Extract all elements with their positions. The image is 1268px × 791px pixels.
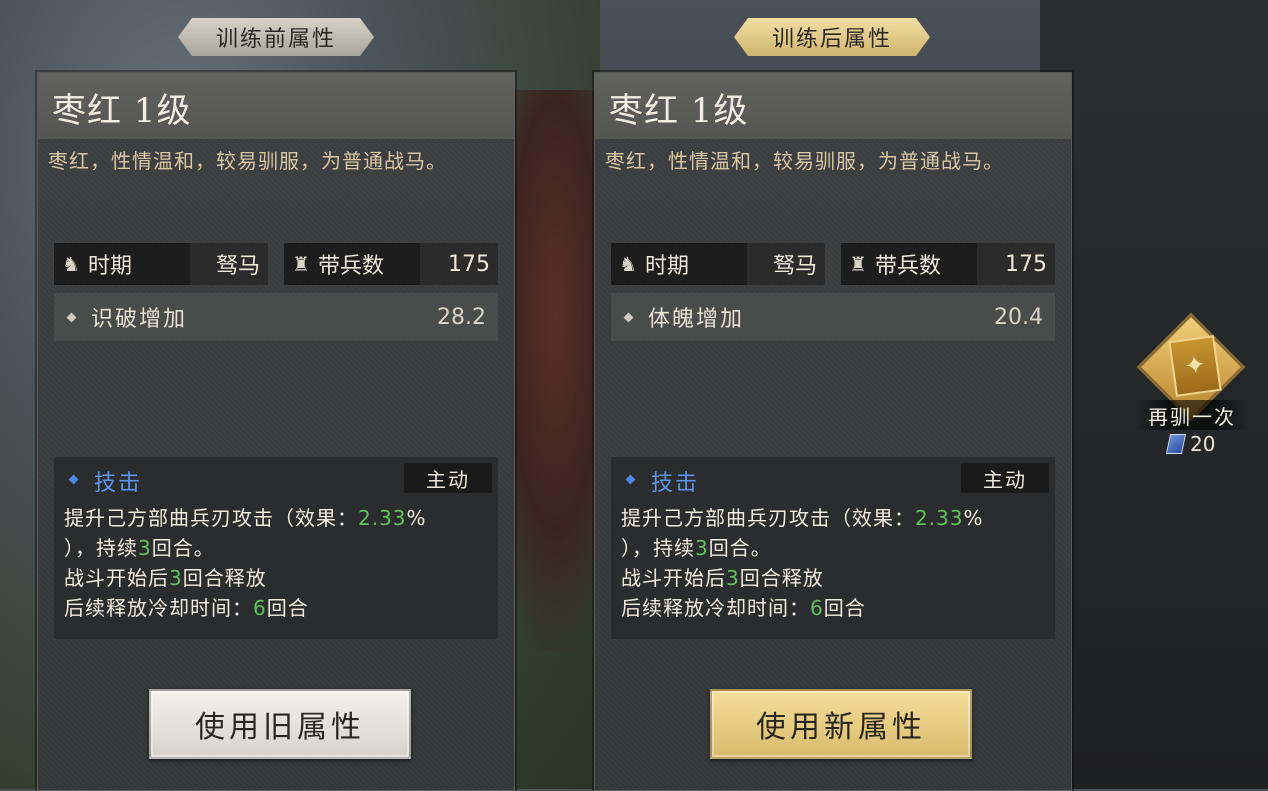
tab-before-training: 训练前属性 [178,18,374,56]
stat-period: ♞ 时期 驽马 [611,243,825,285]
diamond-bullet-icon [625,474,636,485]
stat-troops-label: 带兵数 [318,254,385,279]
stat-period-label: 时期 [88,254,133,279]
skill-text: 提升己方部曲兵刃攻击（效果： [621,506,915,530]
skill-type-badge: 主动 [961,463,1049,493]
stat-troops-value: 175 [448,251,490,277]
diamond-bullet-icon [68,474,79,485]
skill-highlight-value: 2.33 [915,506,964,530]
skill-line: 战斗开始后3回合释放 [64,563,492,593]
attribute-row: 识破增加 28.2 [54,293,498,341]
diamond-bullet-icon [623,312,634,322]
skill-line: 提升己方部曲兵刃攻击（效果：2.33% [621,503,1049,533]
skill-highlight-value: 3 [169,566,183,590]
retame-cost-value: 20 [1190,432,1216,456]
panel-after-training: 枣红 1级 枣红，性情温和，较易驯服，为普通战马。 ♞ 时期 驽马 ♜ 带兵数 … [594,72,1072,791]
skill-line: 后续释放冷却时间：6回合 [621,593,1049,623]
use-old-attributes-button[interactable]: 使用旧属性 [149,689,411,759]
troops-icon: ♜ [292,252,310,276]
skill-name: 技击 [651,471,700,496]
retame-cost: 20 [1165,432,1216,456]
stat-troops: ♜ 带兵数 175 [284,243,498,285]
attribute-value: 28.2 [437,304,486,330]
skill-text: ），持续 [621,536,695,560]
stat-troops: ♜ 带兵数 175 [841,243,1055,285]
skill-line: 提升己方部曲兵刃攻击（效果：2.33% [64,503,492,533]
stat-troops-value: 175 [1005,251,1047,277]
skill-text: % [406,506,427,530]
skill-highlight-value: 3 [726,566,740,590]
stat-period-value: 驽马 [215,254,260,279]
skill-box: 技击 主动 提升己方部曲兵刃攻击（效果：2.33% ），持续3回合。 战斗开始后… [611,457,1055,639]
skill-highlight-value: 6 [253,596,267,620]
stat-troops-key: ♜ 带兵数 [284,243,420,285]
attribute-value: 20.4 [994,304,1043,330]
skill-text: 提升己方部曲兵刃攻击（效果： [64,506,358,530]
tab-after-training: 训练后属性 [734,18,930,56]
skill-text: 后续释放冷却时间： [621,596,810,620]
horse-description: 枣红，性情温和，较易驯服，为普通战马。 [48,149,447,173]
skill-box: 技击 主动 提升己方部曲兵刃攻击（效果：2.33% ），持续3回合。 战斗开始后… [54,457,498,639]
skill-description: 提升己方部曲兵刃攻击（效果：2.33% ），持续3回合。 战斗开始后3回合释放 … [621,503,1049,623]
troops-icon: ♜ [849,252,867,276]
skill-text: ），持续 [64,536,138,560]
stat-period-key: ♞ 时期 [611,243,747,285]
skill-text: 回合释放 [182,566,267,590]
stat-troops-key: ♜ 带兵数 [841,243,977,285]
skill-highlight-value: 2.33 [358,506,407,530]
attribute-name: 识破增加 [91,307,188,332]
skill-text: 回合释放 [739,566,824,590]
stat-period-label: 时期 [645,254,690,279]
book-icon [1165,434,1187,454]
skill-line: ），持续3回合。 [621,533,1049,563]
horse-icon: ♞ [62,252,80,276]
stat-troops-label: 带兵数 [875,254,942,279]
skill-text: 战斗开始后 [64,566,169,590]
diamond-bullet-icon [66,312,77,322]
retame-button[interactable]: ✦ 再驯一次 20 [1134,317,1250,462]
skill-name: 技击 [94,471,143,496]
skill-highlight-value: 3 [695,536,709,560]
skill-text: 回合 [266,596,309,620]
retame-label: 再驯一次 [1134,400,1250,430]
skill-text: 回合。 [151,536,215,560]
horse-name: 枣红 1级 [52,91,192,131]
skill-line: 战斗开始后3回合释放 [621,563,1049,593]
skill-text: 后续释放冷却时间： [64,596,253,620]
skill-description: 提升己方部曲兵刃攻击（效果：2.33% ），持续3回合。 战斗开始后3回合释放 … [64,503,492,623]
skill-text: % [963,506,984,530]
dragon-icon: ✦ [1168,335,1222,397]
panel-before-training: 枣红 1级 枣红，性情温和，较易驯服，为普通战马。 ♞ 时期 驽马 ♜ 带兵数 … [37,72,515,791]
skill-text: 战斗开始后 [621,566,726,590]
stat-period-value: 驽马 [772,254,817,279]
skill-line: ），持续3回合。 [64,533,492,563]
attribute-name: 体魄增加 [648,307,745,332]
panel-header: 枣红 1级 [595,73,1071,139]
stat-period: ♞ 时期 驽马 [54,243,268,285]
use-new-attributes-button[interactable]: 使用新属性 [710,689,972,759]
skill-text: 回合。 [708,536,772,560]
skill-highlight-value: 6 [810,596,824,620]
panel-header: 枣红 1级 [38,73,514,139]
horse-icon: ♞ [619,252,637,276]
attribute-row: 体魄增加 20.4 [611,293,1055,341]
skill-highlight-value: 3 [138,536,152,560]
horse-name: 枣红 1级 [609,91,749,131]
stat-period-key: ♞ 时期 [54,243,190,285]
horse-description: 枣红，性情温和，较易驯服，为普通战马。 [605,149,1004,173]
skill-type-badge: 主动 [404,463,492,493]
skill-line: 后续释放冷却时间：6回合 [64,593,492,623]
skill-text: 回合 [823,596,866,620]
